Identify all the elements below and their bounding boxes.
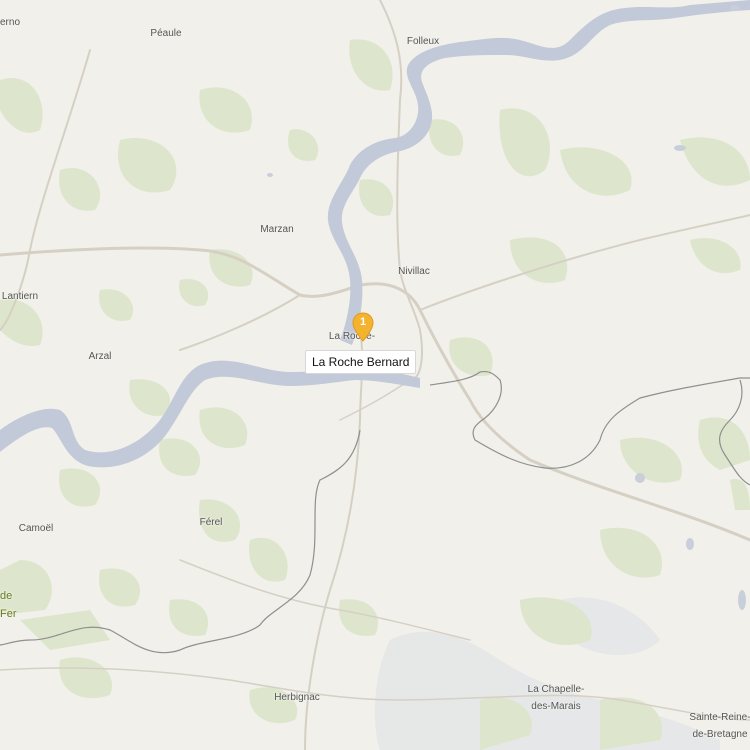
- location-marker[interactable]: 1: [352, 312, 374, 342]
- place-label-herbignac: Herbignac: [274, 692, 320, 703]
- place-label-nivillac: Nivillac: [398, 266, 430, 277]
- place-label-lantiern: Lantiern: [1, 291, 39, 302]
- place-label-folleux: Folleux: [406, 36, 440, 47]
- area-label-green-2: Fer: [0, 608, 17, 620]
- place-label-sainte-reine: Sainte-Reine-: [689, 712, 750, 723]
- map-base-layer: [0, 0, 750, 750]
- place-label-arzal: Arzal: [88, 351, 112, 362]
- place-label-camoel: Camoël: [18, 523, 54, 534]
- location-callout[interactable]: La Roche Bernard: [305, 350, 417, 374]
- map-canvas[interactable]: erno Péaule Folleux Marzan Nivillac Lant…: [0, 0, 750, 750]
- place-label-ferel: Férel: [199, 517, 223, 528]
- place-label-de-bretagne: de-Bretagne: [692, 729, 748, 740]
- place-label-peaule: Péaule: [150, 28, 182, 39]
- marker-count: 1: [359, 316, 367, 328]
- area-label-green-1: de: [0, 590, 13, 602]
- place-label-des-marais: des-Marais: [531, 701, 581, 712]
- place-label-perno: erno: [0, 17, 21, 28]
- place-label-la-chapelle: La Chapelle-: [527, 684, 585, 695]
- place-label-marzan: Marzan: [260, 224, 294, 235]
